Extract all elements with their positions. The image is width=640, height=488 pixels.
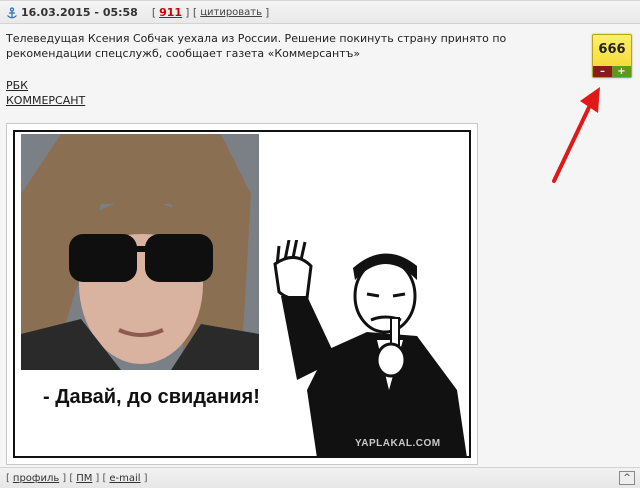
post-text: Телеведущая Ксения Собчак уехала из Росс… <box>6 32 507 60</box>
pm-link[interactable]: ПМ <box>76 473 92 484</box>
bracket: [ <box>6 473 10 484</box>
meme-image: - Давай, до свидания! YAPLAKAL.COM <box>6 123 478 465</box>
post-footer: [ профиль ] [ ПМ ] [ e-mail ] ^ <box>0 467 640 488</box>
post-date: 16.03.2015 - 05:58 <box>21 6 138 19</box>
bracket: ] [ <box>62 473 74 484</box>
vote-down-button[interactable]: – <box>593 66 612 77</box>
rating-buttons: – + <box>593 66 631 77</box>
rating-widget: 666 – + <box>592 34 632 78</box>
bracket: ] [ <box>185 6 198 19</box>
red-arrow-icon <box>552 87 600 183</box>
email-link[interactable]: e-mail <box>109 473 140 484</box>
source-link-rbc[interactable]: РБК <box>6 78 85 93</box>
watermark: YAPLAKAL.COM <box>355 438 441 449</box>
anchor-icon[interactable] <box>6 6 18 19</box>
bracket: ] [ <box>95 473 107 484</box>
bracket: ] <box>143 473 148 484</box>
source-link-kommersant[interactable]: КОММЕРСАНТ <box>6 93 85 108</box>
post-header: 16.03.2015 - 05:58 [ 911 ] [ цитировать … <box>0 2 640 24</box>
post-container: 16.03.2015 - 05:58 [ 911 ] [ цитировать … <box>0 0 640 488</box>
meme-caption: - Давай, до свидания! <box>43 386 260 408</box>
rating-value: 666 <box>598 42 626 57</box>
bracket: [ <box>151 6 157 19</box>
meme-frame: - Давай, до свидания! YAPLAKAL.COM <box>13 130 471 458</box>
scroll-top-button[interactable]: ^ <box>619 471 635 485</box>
photo-woman <box>21 134 259 370</box>
quote-link[interactable]: цитировать <box>200 7 262 18</box>
profile-link[interactable]: профиль <box>13 473 59 484</box>
post-number-link[interactable]: 911 <box>159 6 182 19</box>
vote-up-button[interactable]: + <box>612 66 631 77</box>
bracket: ] <box>265 6 270 19</box>
source-links: РБК КОММЕРСАНТ <box>6 78 85 108</box>
rage-face-figure <box>273 240 467 458</box>
